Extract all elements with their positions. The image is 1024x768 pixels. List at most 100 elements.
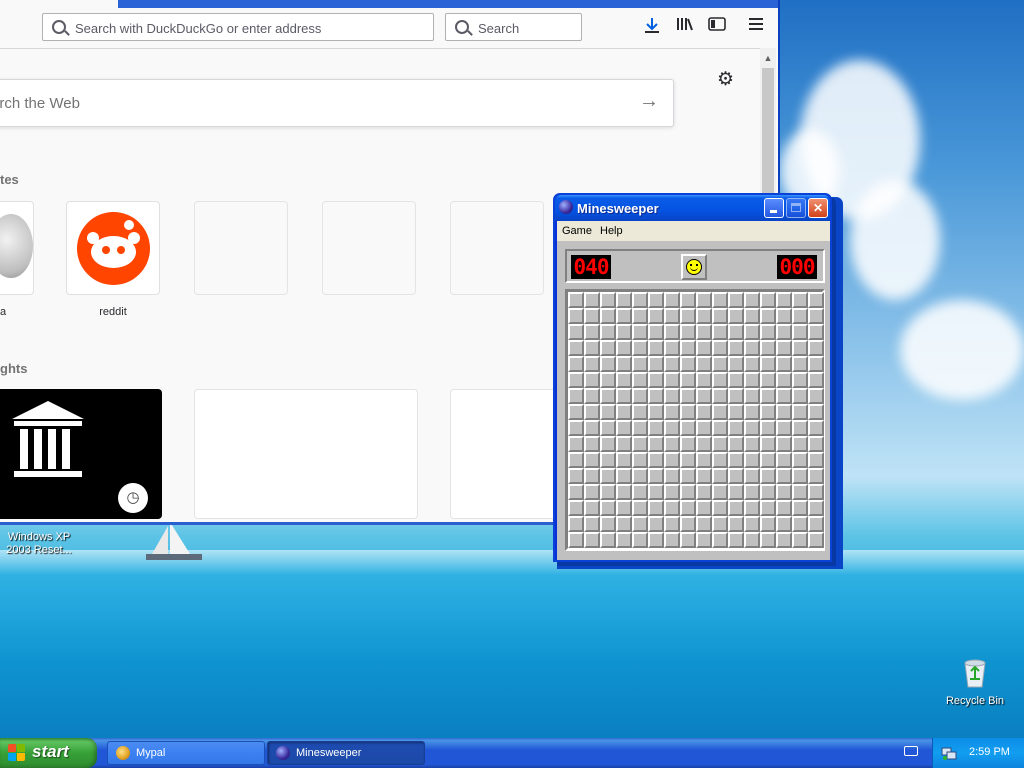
taskbar-button-minesweeper[interactable]: Minesweeper <box>267 741 425 765</box>
mine-cell[interactable] <box>664 484 680 500</box>
mine-cell[interactable] <box>696 516 712 532</box>
mine-cell[interactable] <box>760 308 776 324</box>
mine-cell[interactable] <box>632 308 648 324</box>
mine-cell[interactable] <box>808 372 824 388</box>
mine-cell[interactable] <box>776 500 792 516</box>
mine-cell[interactable] <box>632 292 648 308</box>
mine-cell[interactable] <box>664 388 680 404</box>
mine-cell[interactable] <box>728 324 744 340</box>
mine-cell[interactable] <box>776 532 792 548</box>
mine-cell[interactable] <box>760 468 776 484</box>
mine-cell[interactable] <box>744 340 760 356</box>
mine-cell[interactable] <box>744 372 760 388</box>
mine-cell[interactable] <box>616 500 632 516</box>
mine-cell[interactable] <box>680 388 696 404</box>
top-site-empty[interactable] <box>194 201 288 295</box>
mine-cell[interactable] <box>568 388 584 404</box>
mine-cell[interactable] <box>776 372 792 388</box>
arrow-right-icon[interactable]: → <box>639 90 659 113</box>
mine-cell[interactable] <box>632 420 648 436</box>
mine-cell[interactable] <box>744 532 760 548</box>
mine-cell[interactable] <box>712 388 728 404</box>
mine-cell[interactable] <box>808 468 824 484</box>
mine-cell[interactable] <box>728 308 744 324</box>
mine-cell[interactable] <box>744 468 760 484</box>
mine-cell[interactable] <box>584 308 600 324</box>
top-site-wikipedia[interactable] <box>0 201 34 295</box>
mine-cell[interactable] <box>776 484 792 500</box>
mine-cell[interactable] <box>792 340 808 356</box>
mine-cell[interactable] <box>744 516 760 532</box>
mine-cell[interactable] <box>728 516 744 532</box>
mine-cell[interactable] <box>616 420 632 436</box>
mine-cell[interactable] <box>600 324 616 340</box>
new-game-button[interactable] <box>681 254 707 280</box>
mine-cell[interactable] <box>792 292 808 308</box>
mine-cell[interactable] <box>792 484 808 500</box>
mine-cell[interactable] <box>600 340 616 356</box>
mine-cell[interactable] <box>616 436 632 452</box>
keyboard-icon[interactable] <box>904 746 918 756</box>
mine-cell[interactable] <box>792 436 808 452</box>
mine-cell[interactable] <box>680 436 696 452</box>
menu-game[interactable]: Game <box>562 225 592 237</box>
mine-cell[interactable] <box>728 420 744 436</box>
mine-cell[interactable] <box>568 404 584 420</box>
mine-cell[interactable] <box>584 436 600 452</box>
mine-cell[interactable] <box>664 372 680 388</box>
clock[interactable]: 2:59 PM <box>969 746 1010 758</box>
mine-cell[interactable] <box>808 532 824 548</box>
top-site-reddit[interactable] <box>66 201 160 295</box>
mine-cell[interactable] <box>776 452 792 468</box>
mine-cell[interactable] <box>776 516 792 532</box>
mine-cell[interactable] <box>632 388 648 404</box>
mine-cell[interactable] <box>696 452 712 468</box>
mine-cell[interactable] <box>728 468 744 484</box>
mine-cell[interactable] <box>760 500 776 516</box>
mine-cell[interactable] <box>760 516 776 532</box>
mine-cell[interactable] <box>696 500 712 516</box>
mine-cell[interactable] <box>776 356 792 372</box>
mine-cell[interactable] <box>760 436 776 452</box>
mine-cell[interactable] <box>616 452 632 468</box>
mine-cell[interactable] <box>680 308 696 324</box>
mine-cell[interactable] <box>584 292 600 308</box>
mine-cell[interactable] <box>584 324 600 340</box>
mine-cell[interactable] <box>616 516 632 532</box>
mine-cell[interactable] <box>568 324 584 340</box>
mine-cell[interactable] <box>600 468 616 484</box>
mine-cell[interactable] <box>648 532 664 548</box>
mine-cell[interactable] <box>776 468 792 484</box>
highlight-card-empty[interactable] <box>194 389 418 519</box>
mine-cell[interactable] <box>680 340 696 356</box>
mine-cell[interactable] <box>584 372 600 388</box>
mine-cell[interactable] <box>616 340 632 356</box>
mine-cell[interactable] <box>808 324 824 340</box>
mine-cell[interactable] <box>680 468 696 484</box>
mine-cell[interactable] <box>632 532 648 548</box>
mine-cell[interactable] <box>728 452 744 468</box>
mine-cell[interactable] <box>808 388 824 404</box>
mine-cell[interactable] <box>808 436 824 452</box>
mine-cell[interactable] <box>712 500 728 516</box>
mine-cell[interactable] <box>568 308 584 324</box>
mine-cell[interactable] <box>600 420 616 436</box>
mine-cell[interactable] <box>584 468 600 484</box>
mine-cell[interactable] <box>568 372 584 388</box>
mine-cell[interactable] <box>664 468 680 484</box>
mine-cell[interactable] <box>728 484 744 500</box>
mine-cell[interactable] <box>648 404 664 420</box>
close-button[interactable]: ✕ <box>808 198 828 218</box>
mine-cell[interactable] <box>792 516 808 532</box>
mine-cell[interactable] <box>664 516 680 532</box>
mine-cell[interactable] <box>712 516 728 532</box>
mine-cell[interactable] <box>584 500 600 516</box>
mine-cell[interactable] <box>760 324 776 340</box>
mine-cell[interactable] <box>744 484 760 500</box>
mine-cell[interactable] <box>808 516 824 532</box>
mine-cell[interactable] <box>616 324 632 340</box>
mine-cell[interactable] <box>584 356 600 372</box>
mine-cell[interactable] <box>584 340 600 356</box>
mine-cell[interactable] <box>648 452 664 468</box>
mine-cell[interactable] <box>632 500 648 516</box>
